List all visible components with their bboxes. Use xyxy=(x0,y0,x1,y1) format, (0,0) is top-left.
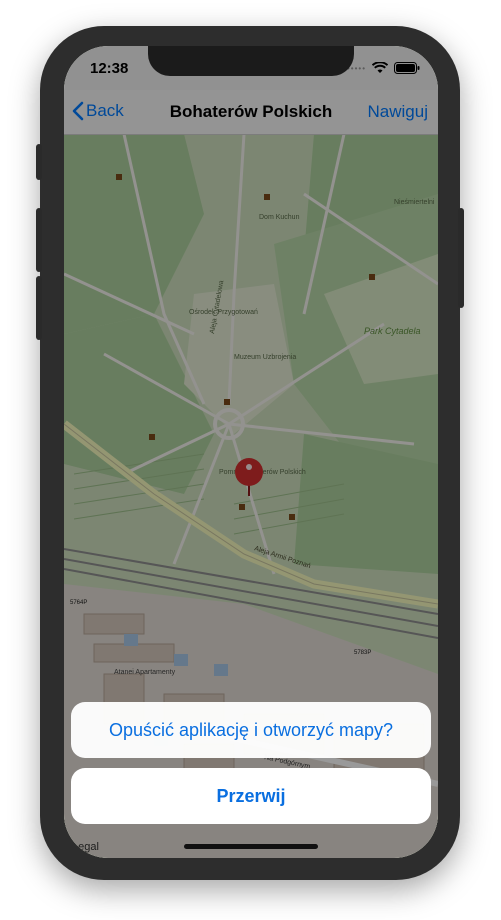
volume-up-button xyxy=(36,208,42,272)
action-sheet-cancel-button[interactable]: Przerwij xyxy=(71,768,431,824)
volume-down-button xyxy=(36,276,42,340)
mute-switch xyxy=(36,144,42,180)
phone-screen: Park Cytadela Aleja Armii Poznań Na Podg… xyxy=(64,46,438,858)
power-button xyxy=(458,208,464,308)
action-sheet-open-maps[interactable]: Opuścić aplikację i otworzyć mapy? xyxy=(71,702,431,758)
home-indicator[interactable] xyxy=(184,844,318,849)
